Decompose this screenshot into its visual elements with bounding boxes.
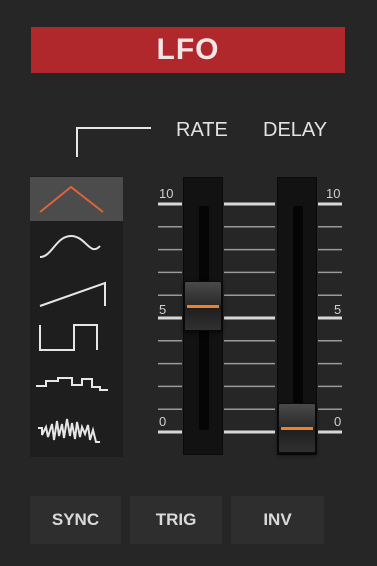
delay-scale-mid-label: 5 xyxy=(334,302,342,317)
lfo-panel: LFO RATE DELAY 10 5 0 10 5 0 SYNC TRIG I… xyxy=(0,0,377,566)
delay-slider-thumb[interactable] xyxy=(278,403,316,453)
rate-scale-mid-label: 5 xyxy=(159,302,167,317)
delay-slider-slot xyxy=(293,206,303,430)
trig-button[interactable]: TRIG xyxy=(130,496,222,544)
delay-slider[interactable] xyxy=(277,177,317,455)
rate-slider-thumb[interactable] xyxy=(184,280,222,331)
rate-scale-top-label: 10 xyxy=(159,186,174,201)
sync-button[interactable]: SYNC xyxy=(30,496,121,544)
delay-scale-bottom-label: 0 xyxy=(334,414,342,429)
rate-slider[interactable] xyxy=(183,177,223,455)
delay-scale-top-label: 10 xyxy=(326,186,341,201)
delay-thumb-indicator xyxy=(281,427,313,430)
inv-button[interactable]: INV xyxy=(231,496,324,544)
rate-scale-bottom-label: 0 xyxy=(159,414,167,429)
rate-thumb-indicator xyxy=(187,304,219,308)
